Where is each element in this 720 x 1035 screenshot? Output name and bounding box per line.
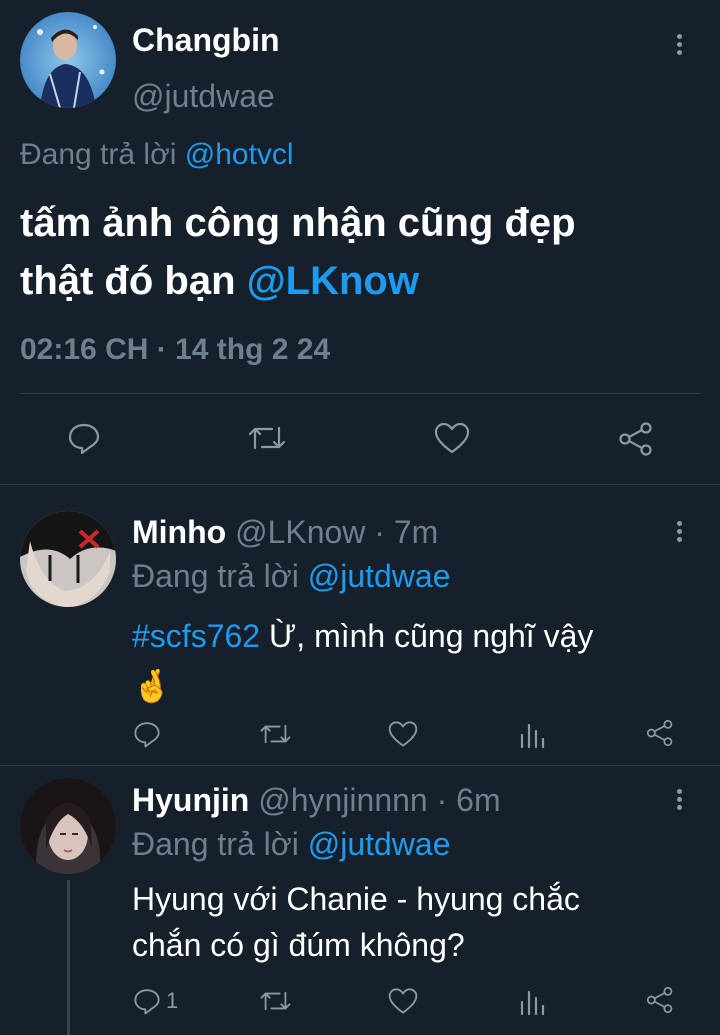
- tweet-text-line: chắn có gì đúm không?: [132, 927, 465, 963]
- reply-header: Minho @LKnow · 7m: [132, 514, 438, 551]
- like-icon[interactable]: [387, 986, 419, 1016]
- divider: [0, 484, 720, 485]
- retweet-icon[interactable]: [247, 420, 287, 456]
- tweet-text-line: #scfs762 Ừ, mình cũng nghĩ vậy: [132, 611, 593, 661]
- reply-icon[interactable]: [132, 986, 162, 1016]
- more-options-icon[interactable]: [677, 34, 683, 58]
- tweet-text: #scfs762 Ừ, mình cũng nghĩ vậy 🤞: [132, 611, 593, 711]
- replying-to-line: Đang trả lời @hotvcl: [20, 138, 294, 172]
- fingers-crossed-emoji: 🤞: [132, 668, 172, 704]
- display-name[interactable]: Changbin: [132, 22, 280, 59]
- avatar[interactable]: [20, 511, 116, 607]
- reply-prefix: Đang trả lời: [132, 558, 299, 594]
- mention-link[interactable]: @LKnow: [247, 259, 419, 303]
- divider: [20, 393, 701, 394]
- user-handle[interactable]: @hynjinnnn: [258, 782, 427, 818]
- more-options-icon[interactable]: [677, 789, 683, 813]
- thread-line: [67, 880, 70, 1035]
- separator: ·: [427, 782, 457, 818]
- reply-icon[interactable]: [66, 420, 102, 456]
- reply-to-link[interactable]: @hotvcl: [185, 138, 294, 171]
- reply-to-link[interactable]: @jutdwae: [308, 558, 451, 594]
- analytics-icon[interactable]: [518, 986, 546, 1016]
- retweet-icon[interactable]: [259, 986, 292, 1016]
- share-icon[interactable]: [645, 985, 675, 1015]
- tweet-text-part: thật đó bạn: [20, 259, 236, 303]
- replying-to-line: Đang trả lời @jutdwae: [132, 826, 451, 863]
- reply-prefix: Đang trả lời: [20, 138, 177, 171]
- tweet-text-part: Ừ, mình cũng nghĩ vậy: [260, 618, 594, 654]
- divider: [0, 765, 720, 766]
- tweet-text-line: Hyung với Chanie - hyung chắc: [132, 881, 580, 917]
- like-icon[interactable]: [433, 420, 471, 456]
- avatar[interactable]: [20, 778, 116, 874]
- tweet-timestamp[interactable]: 02:16 CH · 14 thg 2 24: [20, 333, 330, 367]
- share-icon[interactable]: [617, 420, 655, 458]
- replying-to-line: Đang trả lời @jutdwae: [132, 558, 451, 595]
- separator: ·: [365, 514, 394, 550]
- display-name[interactable]: Hyunjin: [132, 782, 249, 818]
- tweet-text-line: thật đó bạn @LKnow: [20, 252, 576, 310]
- retweet-icon[interactable]: [259, 719, 292, 749]
- reply-prefix: Đang trả lời: [132, 826, 299, 862]
- user-handle[interactable]: @jutdwae: [132, 78, 275, 115]
- like-icon[interactable]: [387, 719, 419, 749]
- time[interactable]: 7m: [394, 514, 438, 550]
- tweet-text-line: tấm ảnh công nhận cũng đẹp: [20, 201, 576, 245]
- tweet-text: tấm ảnh công nhận cũng đẹp thật đó bạn @…: [20, 194, 576, 310]
- more-options-icon[interactable]: [677, 521, 683, 545]
- reply-to-link[interactable]: @jutdwae: [308, 826, 451, 862]
- reply-count: 1: [166, 988, 179, 1013]
- avatar[interactable]: [20, 12, 116, 108]
- reply-header: Hyunjin @hynjinnnn · 6m: [132, 782, 501, 819]
- user-handle[interactable]: @LKnow: [235, 514, 365, 550]
- time[interactable]: 6m: [456, 782, 500, 818]
- display-name[interactable]: Minho: [132, 514, 226, 550]
- share-icon[interactable]: [645, 718, 675, 748]
- reply-icon[interactable]: [132, 719, 162, 749]
- tweet-text: Hyung với Chanie - hyung chắc chắn có gì…: [132, 876, 580, 968]
- hashtag-link[interactable]: #scfs762: [132, 618, 260, 654]
- analytics-icon[interactable]: [518, 719, 546, 749]
